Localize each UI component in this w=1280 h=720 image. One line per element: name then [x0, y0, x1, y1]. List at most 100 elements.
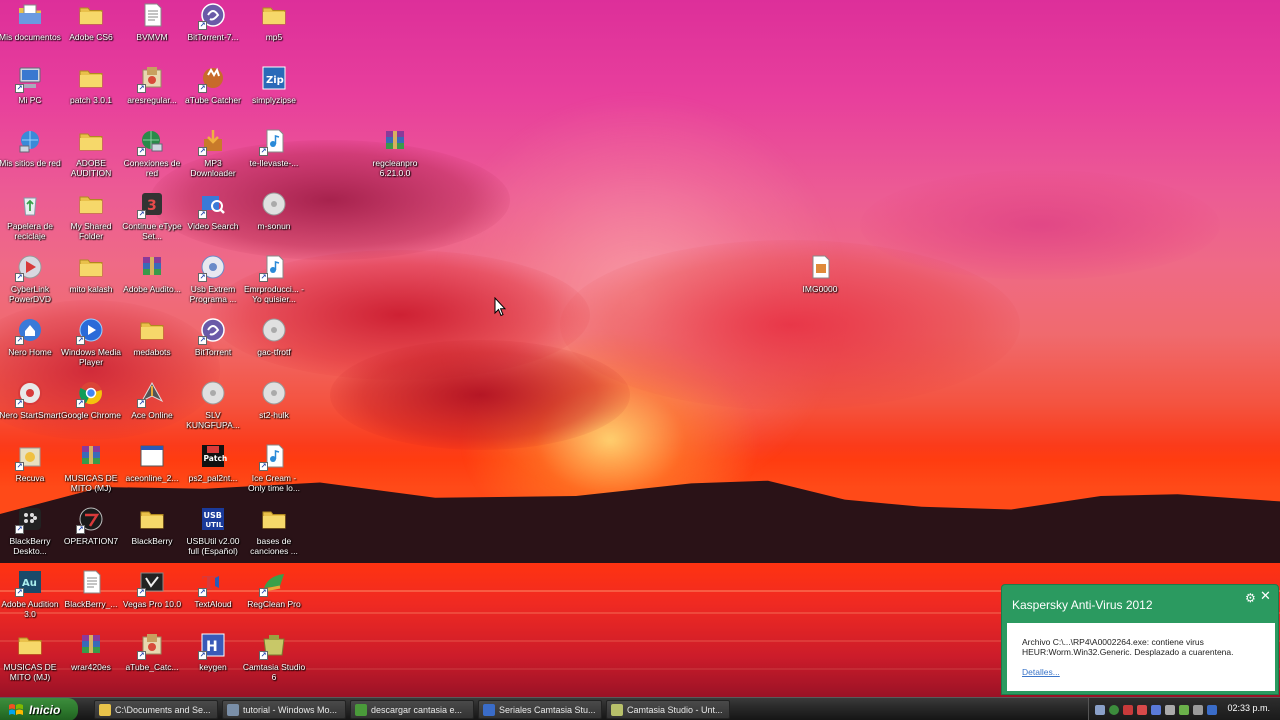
- desktop-icon[interactable]: ↗ Windows Media Player: [59, 316, 123, 376]
- desktop-icon-label: MUSICAS DE MITO (MJ): [3, 662, 57, 682]
- desktop-icon[interactable]: aceonline_2...: [120, 442, 184, 502]
- desktop-icon[interactable]: mito kalash: [59, 253, 123, 313]
- close-icon[interactable]: ✕: [1260, 590, 1272, 603]
- desktop-icon[interactable]: Adobe CS6: [59, 1, 123, 61]
- usb-icon[interactable]: [1193, 704, 1203, 715]
- shield-icon[interactable]: [1137, 704, 1147, 715]
- desktop-icon-label: My Shared Folder: [70, 221, 112, 241]
- desktop-icon[interactable]: ↗ Usb Extrem Programa ...: [181, 253, 245, 313]
- desktop-icon[interactable]: Patch ps2_pal2nt...: [181, 442, 245, 502]
- desktop-icon-label: BlackBerry: [131, 536, 173, 546]
- camtasia-tray-icon[interactable]: [1207, 704, 1217, 715]
- taskbar-button[interactable]: Seriales Camtasia Stu...: [478, 700, 602, 719]
- desktop-icon[interactable]: IMG0000: [788, 253, 852, 313]
- text-file-icon: [137, 1, 167, 29]
- desktop-icon-label: TextAloud: [194, 599, 232, 609]
- desktop-icon[interactable]: wrar420es: [59, 631, 123, 691]
- mp3-file-icon: ↗: [259, 442, 289, 471]
- desktop-icon[interactable]: regcleanpro 6.21.0.0: [363, 127, 427, 187]
- desktop-icon[interactable]: T ↗ TextAloud: [181, 568, 245, 628]
- desktop-icon[interactable]: BVMVM: [120, 1, 184, 61]
- desktop-icon[interactable]: bases de canciones ...: [242, 505, 306, 565]
- desktop-icon[interactable]: ADOBE AUDITION: [59, 127, 123, 187]
- desktop-icon[interactable]: ↗ Ice Cream - Only time lo...: [242, 442, 306, 502]
- network-icon[interactable]: [1095, 704, 1105, 715]
- desktop-icon[interactable]: st2-hulk: [242, 379, 306, 439]
- kaspersky-icon[interactable]: [1123, 704, 1133, 715]
- desktop-icon[interactable]: ↗ RegClean Pro: [242, 568, 306, 628]
- text-file-icon: [76, 568, 106, 596]
- desktop-icon-label: Video Search: [187, 221, 239, 231]
- desktop-icon[interactable]: Au ↗ Adobe Audition 3.0: [0, 568, 62, 628]
- desktop-icon-label: BlackBerry_...: [64, 599, 118, 609]
- desktop-icon-label: OPERATION7: [63, 536, 119, 546]
- chrome-icon[interactable]: [1109, 704, 1119, 715]
- desktop-icon[interactable]: ↗ BitTorrent-7...: [181, 1, 245, 61]
- desktop-icon[interactable]: patch 3.0.1: [59, 64, 123, 124]
- shortcut-arrow-icon: ↗: [137, 651, 146, 660]
- nero-home-icon: ↗: [15, 316, 45, 345]
- desktop-icon[interactable]: ↗ Nero Home: [0, 316, 62, 376]
- desktop-icon[interactable]: Mis sitios de red: [0, 127, 62, 187]
- desktop-icon[interactable]: BlackBerry_...: [59, 568, 123, 628]
- desktop-icon[interactable]: MUSICAS DE MITO (MJ): [59, 442, 123, 502]
- update-icon[interactable]: [1179, 704, 1189, 715]
- desktop-icon[interactable]: ↗ Emrproducci... - Yo quisier...: [242, 253, 306, 313]
- desktop-icon[interactable]: ↗ Google Chrome: [59, 379, 123, 439]
- taskbar-button[interactable]: descargar cantasia e...: [350, 700, 474, 719]
- desktop-icon-label: ADOBE AUDITION: [70, 158, 112, 178]
- desktop-icon[interactable]: ↗ Mi PC: [0, 64, 62, 124]
- desktop-icon[interactable]: SLV KUNGFUPA...: [181, 379, 245, 439]
- desktop-icon-label: regcleanpro 6.21.0.0: [372, 158, 418, 178]
- clock[interactable]: 02:33 p.m.: [1227, 703, 1270, 713]
- desktop-icon[interactable]: ↗ CyberLink PowerDVD: [0, 253, 62, 313]
- desktop-icon-label: Google Chrome: [60, 410, 121, 420]
- speaker-icon[interactable]: [1165, 704, 1175, 715]
- desktop-icon[interactable]: USB UTIL USBUtil v2.00 full (Español): [181, 505, 245, 565]
- desktop-icon[interactable]: ↗ BlackBerry Deskto...: [0, 505, 62, 565]
- details-link[interactable]: Detalles...: [1022, 667, 1060, 677]
- desktop-icon[interactable]: ↗ Video Search: [181, 190, 245, 250]
- taskbar-button[interactable]: Camtasia Studio - Unt...: [606, 700, 730, 719]
- folder-icon: [76, 253, 106, 281]
- desktop-icon[interactable]: ↗ Recuva: [0, 442, 62, 502]
- start-button[interactable]: Inicio: [0, 698, 78, 720]
- desktop-icon[interactable]: ↗ Conexiones de red: [120, 127, 184, 187]
- gear-icon[interactable]: ⚙: [1245, 592, 1257, 604]
- desktop-icon[interactable]: MUSICAS DE MITO (MJ): [0, 631, 62, 691]
- desktop-icon[interactable]: m-sonun: [242, 190, 306, 250]
- installer-icon: ↗: [137, 64, 167, 93]
- desktop-icon[interactable]: ↗ aresregular...: [120, 64, 184, 124]
- desktop-icon[interactable]: ↗ Ace Online: [120, 379, 184, 439]
- taskbar-button[interactable]: C:\Documents and Se...: [94, 700, 218, 719]
- desktop-icon[interactable]: ↗ BitTorrent: [181, 316, 245, 376]
- desktop-icon[interactable]: ↗ Camtasia Studio 6: [242, 631, 306, 691]
- desktop-icon[interactable]: My Shared Folder: [59, 190, 123, 250]
- shortcut-arrow-icon: ↗: [15, 336, 24, 345]
- shortcut-arrow-icon: ↗: [137, 210, 146, 219]
- desktop-icon[interactable]: gac-tfrotf: [242, 316, 306, 376]
- desktop-icon[interactable]: ↗ OPERATION7: [59, 505, 123, 565]
- svg-text:Zip: Zip: [266, 75, 284, 86]
- desktop-icon-label: IMG0000: [802, 284, 838, 294]
- desktop-icon[interactable]: ↗ Vegas Pro 10.0: [120, 568, 184, 628]
- desktop-icon[interactable]: Papelera de reciclaje: [0, 190, 62, 250]
- desktop-icon[interactable]: ↗ Nero StartSmart: [0, 379, 62, 439]
- desktop-icon[interactable]: ↗ aTube_Catc...: [120, 631, 184, 691]
- desktop-icon[interactable]: Adobe Audito...: [120, 253, 184, 313]
- desktop-icon[interactable]: Mis documentos: [0, 1, 62, 61]
- blackberry-icon: ↗: [15, 505, 45, 534]
- desktop-icon[interactable]: medabots: [120, 316, 184, 376]
- desktop-icon[interactable]: Zip simplyzipse: [242, 64, 306, 124]
- desktop-icon[interactable]: H ↗ keygen: [181, 631, 245, 691]
- desktop-icon[interactable]: ↗ aTube Catcher: [181, 64, 245, 124]
- shortcut-arrow-icon: ↗: [198, 21, 207, 30]
- taskbar-button[interactable]: tutorial - Windows Mo...: [222, 700, 346, 719]
- desktop-icon[interactable]: ↗ te-llevaste-...: [242, 127, 306, 187]
- desktop-icon[interactable]: BlackBerry: [120, 505, 184, 565]
- desktop-icon-label: aTube_Catc...: [125, 662, 179, 672]
- desktop-icon[interactable]: ↗ MP3 Downloader: [181, 127, 245, 187]
- desktop-icon[interactable]: mp5: [242, 1, 306, 61]
- bluetooth-icon[interactable]: [1151, 704, 1161, 715]
- desktop-icon[interactable]: 3 ↗ Continue eType Set...: [120, 190, 184, 250]
